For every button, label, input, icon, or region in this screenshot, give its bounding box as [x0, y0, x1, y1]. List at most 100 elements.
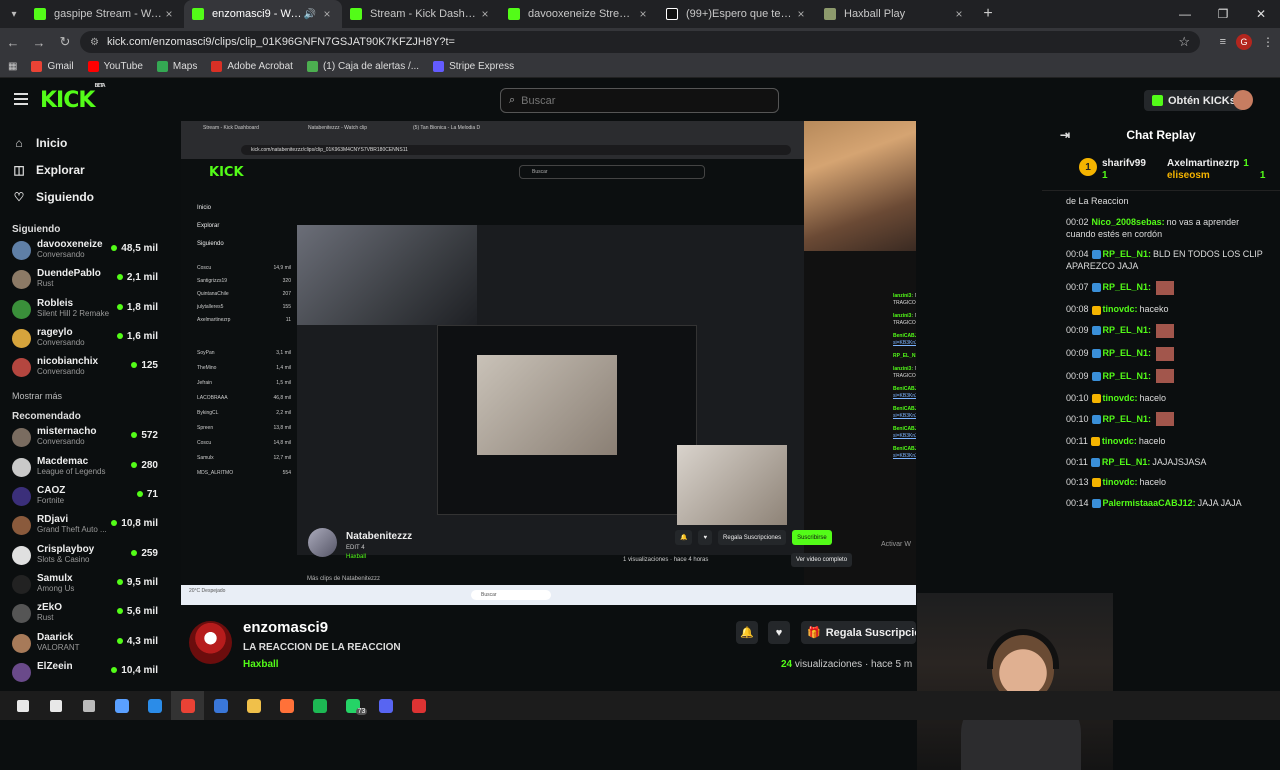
chat-badge-icon [1090, 457, 1100, 467]
bookmark-item[interactable]: Adobe Acrobat [211, 61, 293, 72]
gifter-1[interactable]: sharifv99 [1102, 158, 1146, 169]
sidebar-channel[interactable]: RDjavi Grand Theft Auto ... 10,8 mil [0, 514, 170, 543]
search-input[interactable] [521, 94, 762, 107]
bookmark-item[interactable]: (1) Caja de alertas /... [306, 61, 419, 72]
close-tab-icon[interactable]: × [162, 7, 176, 21]
streamer-avatar[interactable] [189, 621, 232, 664]
close-tab-icon[interactable]: × [794, 7, 808, 21]
discord-icon[interactable] [369, 691, 402, 720]
gifter-2[interactable]: Axelmartinezrp 1 [1167, 158, 1249, 169]
close-window-button[interactable]: ✕ [1242, 7, 1280, 21]
apps-grid-icon[interactable]: ▦ [8, 61, 17, 72]
sidebar-channel[interactable]: misternacho Conversando 572 [0, 426, 170, 455]
close-tab-icon[interactable]: × [478, 7, 492, 21]
browser-tab[interactable]: Stream - Kick Dashboard× [342, 0, 500, 28]
chat-username[interactable]: RP_EL_N1: [1103, 414, 1152, 424]
chat-username[interactable]: tinovdc: [1102, 436, 1137, 446]
sidebar-channel[interactable]: Crisplayboy Slots & Casino 259 [0, 544, 170, 573]
maximize-button[interactable]: ❐ [1204, 7, 1242, 21]
taskview-icon-glyph [82, 699, 95, 712]
browser-tab[interactable]: Haxball Play × [816, 0, 974, 28]
get-kicks-button[interactable]: Obtén KICKs [1144, 90, 1244, 111]
clip-views: 24 visualizaciones · hace 5 m [781, 659, 912, 670]
collapse-chat-icon[interactable]: ⇥ [1060, 128, 1070, 142]
sidebar-channel[interactable]: zEkO Rust 5,6 mil [0, 602, 170, 631]
hamburger-menu-icon[interactable] [14, 93, 28, 105]
chat-username[interactable]: RP_EL_N1: [1102, 457, 1151, 467]
video-inner-channel: Samulx 12,7 mil [197, 455, 291, 470]
bookmark-star-icon[interactable]: ☆ [1178, 34, 1190, 50]
notification-bell-button[interactable]: 🔔 [736, 621, 758, 644]
sidebar-channel[interactable]: rageylo Conversando 1,6 mil [0, 327, 170, 356]
copilot-icon[interactable] [105, 691, 138, 720]
reload-button[interactable]: ↻ [52, 34, 78, 50]
search-box[interactable]: ⌕ [500, 88, 779, 113]
close-tab-icon[interactable]: × [636, 7, 650, 21]
profile-avatar[interactable]: G [1236, 34, 1252, 50]
sidebar-channel[interactable]: Macdemac League of Legends 280 [0, 456, 170, 485]
store-icon[interactable] [204, 691, 237, 720]
sidebar-channel[interactable]: nicobianchix Conversando 125 [0, 356, 170, 385]
speaker-icon[interactable]: 🔊 [304, 9, 316, 20]
clip-category[interactable]: Haxball [243, 659, 279, 670]
chat-username[interactable]: RP_EL_N1: [1103, 282, 1152, 292]
chrome-icon[interactable] [171, 691, 204, 720]
sidebar-nav-inicio[interactable]: ⌂ Inicio [0, 129, 170, 156]
firefox-icon[interactable] [270, 691, 303, 720]
sidebar-channel[interactable]: Daarick VALORANT 4,3 mil [0, 632, 170, 661]
media-control-icon[interactable]: ≡ [1220, 36, 1226, 48]
sidebar-channel[interactable]: ElZeein 10,4 mil [0, 661, 170, 690]
gift-subscriptions-button[interactable]: 🎁 Regala Suscripciones [801, 621, 916, 644]
new-tab-button[interactable]: + [974, 5, 1002, 23]
bookmark-item[interactable]: Gmail [31, 61, 74, 72]
browser-menu-icon[interactable]: ⋮ [1262, 35, 1274, 49]
edge-icon[interactable] [138, 691, 171, 720]
chat-username[interactable]: PalermistaaaCABJ12: [1103, 498, 1196, 508]
browser-tab[interactable]: davooxeneize Stream - Watch L× [500, 0, 658, 28]
chat-username[interactable]: RP_EL_N1: [1103, 249, 1152, 259]
close-tab-icon[interactable]: × [952, 7, 966, 21]
kick-logo[interactable]: KICKBETA [40, 83, 106, 113]
bookmark-item[interactable]: Maps [156, 61, 197, 72]
windows-icon[interactable] [6, 691, 39, 720]
chat-username[interactable]: tinovdc: [1103, 477, 1138, 487]
chat-username[interactable]: tinovdc: [1103, 393, 1138, 403]
whatsapp-icon[interactable]: 73 [336, 691, 369, 720]
bookmark-item[interactable]: YouTube [87, 61, 143, 72]
chat-messages[interactable]: de La Reaccion 00:02 Nico_2008sebas: no va… [1042, 195, 1280, 515]
app-icon[interactable] [402, 691, 435, 720]
streamer-name[interactable]: enzomasci9 [243, 619, 328, 636]
back-button[interactable]: ← [0, 35, 26, 50]
explorer-icon[interactable] [237, 691, 270, 720]
site-info-icon[interactable]: ⚙ [90, 37, 99, 48]
show-more-link[interactable]: Mostrar más [0, 391, 170, 401]
clip-video-player[interactable]: Stream - Kick Dashboard Natabenitezzz - W… [181, 121, 916, 605]
browser-tab[interactable]: enzomasci9 - Watch clips o🔊 × [184, 0, 342, 28]
url-field[interactable]: ⚙ kick.com/enzomasci9/clips/clip_01K96GN… [80, 31, 1200, 53]
browser-tab[interactable]: (99+)Espero que te guste el edi× [658, 0, 816, 28]
sidebar-channel[interactable]: Robleis Silent Hill 2 Remake 1,8 mil [0, 298, 170, 327]
follow-button[interactable]: ♥ [768, 621, 790, 644]
forward-button[interactable]: → [26, 35, 52, 50]
chat-username[interactable]: Nico_2008sebas: [1092, 217, 1165, 227]
tab-search-button[interactable]: ▾ [2, 2, 26, 26]
gifter-3[interactable]: eliseosm 1 [1167, 170, 1265, 181]
chat-username[interactable]: RP_EL_N1: [1103, 325, 1152, 335]
minimize-button[interactable]: — [1166, 7, 1204, 21]
sidebar-channel[interactable]: DuendePablo Rust 2,1 mil [0, 268, 170, 297]
bookmark-item[interactable]: Stripe Express [433, 61, 514, 72]
chat-username[interactable]: RP_EL_N1: [1103, 348, 1152, 358]
chat-username[interactable]: RP_EL_N1: [1103, 371, 1152, 381]
sidebar-nav-explorar[interactable]: ◫ Explorar [0, 156, 170, 183]
browser-tab[interactable]: gaspipe Stream - Watch Live on× [26, 0, 184, 28]
sidebar-channel[interactable]: CAOZ Fortnite 71 [0, 485, 170, 514]
user-avatar[interactable] [1233, 90, 1253, 110]
sidebar-channel[interactable]: davooxeneize Conversando 48,5 mil [0, 239, 170, 268]
search-icon[interactable] [39, 691, 72, 720]
sidebar-nav-siguiendo[interactable]: ♡ Siguiendo [0, 183, 170, 210]
chat-username[interactable]: tinovdc: [1103, 304, 1138, 314]
sidebar-channel[interactable]: Samulx Among Us 9,5 mil [0, 573, 170, 602]
taskview-icon[interactable] [72, 691, 105, 720]
close-tab-icon[interactable]: × [320, 7, 334, 21]
spotify-icon[interactable] [303, 691, 336, 720]
